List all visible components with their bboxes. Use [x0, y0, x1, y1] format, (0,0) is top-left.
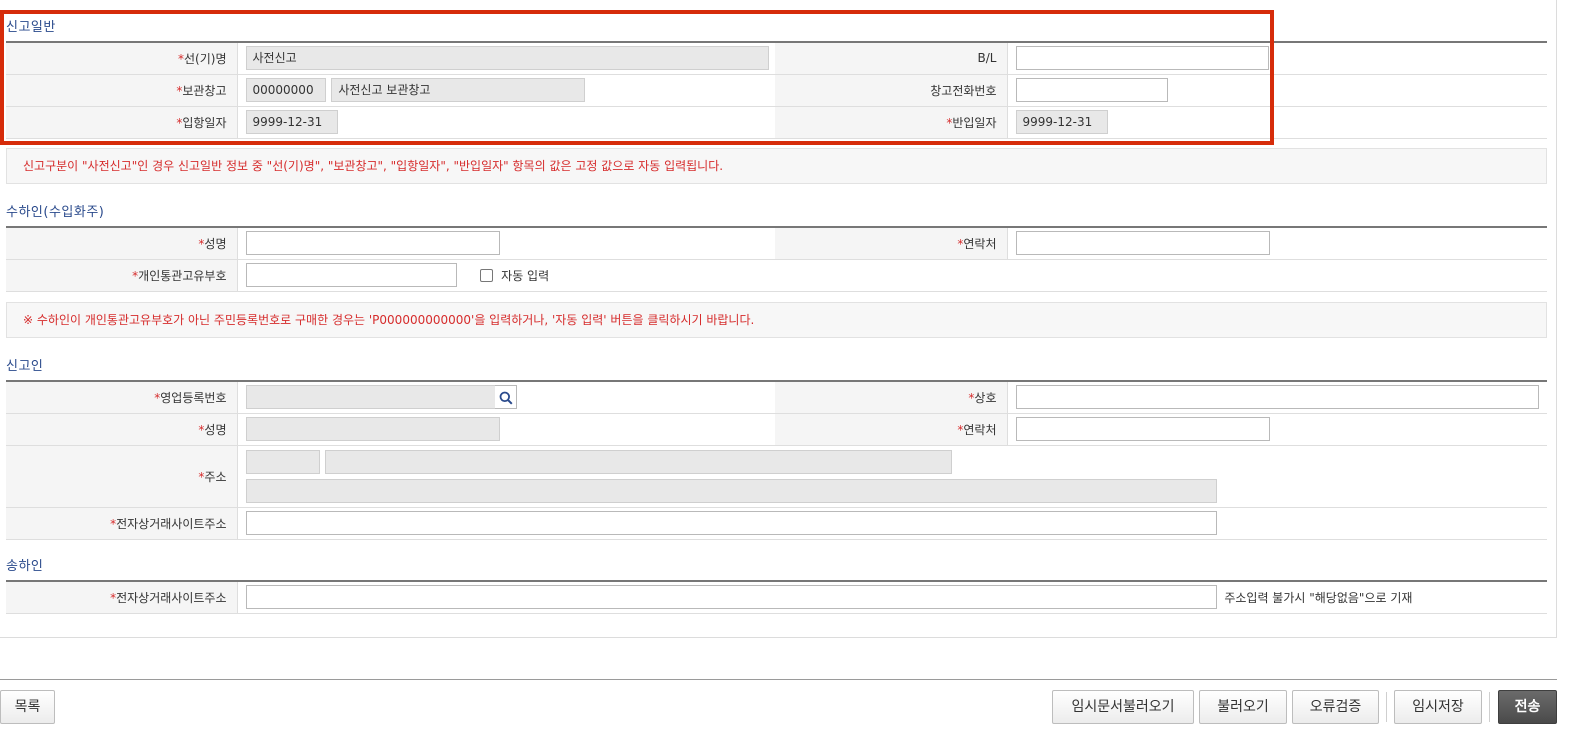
section-title-declarant: 신고인: [6, 359, 44, 374]
arrival-date-label: *입항일자: [6, 106, 238, 139]
customs-code-input[interactable]: [245, 263, 457, 287]
consignee-contact-input[interactable]: [1015, 231, 1270, 256]
biz-reg-search-button[interactable]: [494, 385, 517, 410]
ship-name-field: 사전신고: [245, 46, 769, 71]
footer-separator: [1489, 692, 1490, 722]
company-label: *상호: [775, 381, 1008, 414]
shipper-ecommerce-hint: 주소입력 불가시 "해당없음"으로 기재: [1224, 590, 1413, 605]
biz-reg-label: *영업등록번호: [6, 381, 238, 414]
warehouse-name-field: 사전신고 보관창고: [331, 78, 586, 102]
arrival-date-field: 9999-12-31: [245, 110, 338, 134]
declarant-contact-label: *연락처: [775, 413, 1008, 446]
form-page: 신고일반 *선(기)명 사전신고 B/L *보관창고 00000000 사전신고…: [0, 0, 1557, 638]
warehouse-label: *보관창고: [6, 74, 238, 107]
declarant-ecommerce-label: *전자상거래사이트주소: [6, 507, 238, 540]
consignee-table: *성명 *연락처 *개인통관고유부호 자동 입력: [6, 226, 1547, 292]
customs-code-label: *개인통관고유부호: [6, 259, 238, 292]
declarant-table: *영업등록번호 *상호 *성명 *연락처 *주소 *전자상거래사이트주소: [6, 380, 1547, 540]
consignee-name-label: *성명: [6, 227, 238, 260]
shipper-ecommerce-input[interactable]: [245, 585, 1217, 610]
validate-button[interactable]: 오류검증: [1292, 690, 1379, 724]
warehouse-phone-input[interactable]: [1015, 78, 1168, 102]
search-icon: [499, 391, 513, 405]
ship-name-label: *선(기)명: [6, 42, 238, 75]
consignee-contact-label: *연락처: [775, 227, 1008, 260]
bl-input[interactable]: [1015, 46, 1269, 71]
address-line1-field: [325, 449, 953, 474]
general-table: *선(기)명 사전신고 B/L *보관창고 00000000 사전신고 보관창고…: [6, 41, 1547, 139]
load-temp-button[interactable]: 임시문서불러오기: [1052, 690, 1194, 724]
declarant-name-label: *성명: [6, 413, 238, 446]
consignee-name-input[interactable]: [245, 231, 500, 256]
section-title-shipper: 송하인: [6, 559, 44, 574]
carry-in-date-label: *반입일자: [775, 106, 1008, 139]
shipper-ecommerce-label: *전자상거래사이트주소: [6, 581, 238, 614]
footer-separator: [1386, 692, 1387, 722]
list-button[interactable]: 목록: [0, 690, 55, 724]
send-button[interactable]: 전송: [1498, 690, 1557, 724]
shipper-table: *전자상거래사이트주소 주소입력 불가시 "해당없음"으로 기재: [6, 580, 1547, 614]
postcode-field: [245, 449, 320, 474]
section-title-consignee: 수하인(수입화주): [6, 205, 105, 220]
bl-label: B/L: [775, 42, 1008, 75]
carry-in-date-field: 9999-12-31: [1015, 110, 1108, 134]
general-notice: 신고구분이 "사전신고"인 경우 신고일반 정보 중 "선(기)명", "보관창…: [6, 148, 1547, 184]
warehouse-code-field: 00000000: [245, 78, 326, 102]
declarant-ecommerce-input[interactable]: [245, 511, 1217, 535]
auto-input-label[interactable]: 자동 입력: [501, 269, 549, 283]
declarant-contact-input[interactable]: [1015, 417, 1270, 441]
declarant-name-field: [245, 417, 500, 441]
auto-input-checkbox[interactable]: [480, 268, 494, 282]
footer-divider: [0, 679, 1557, 680]
biz-reg-field: [245, 385, 500, 410]
save-temp-button[interactable]: 임시저장: [1394, 690, 1482, 724]
warehouse-phone-label: 창고전화번호: [775, 74, 1008, 107]
company-input[interactable]: [1015, 385, 1539, 410]
address-line2-field: [245, 478, 1217, 503]
section-title-general: 신고일반: [6, 20, 56, 35]
address-label: *주소: [6, 445, 238, 508]
consignee-notice: ※ 수하인이 개인통관고유부호가 아닌 주민등록번호로 구매한 경우는 'P00…: [6, 302, 1547, 338]
load-button[interactable]: 불러오기: [1199, 690, 1287, 724]
